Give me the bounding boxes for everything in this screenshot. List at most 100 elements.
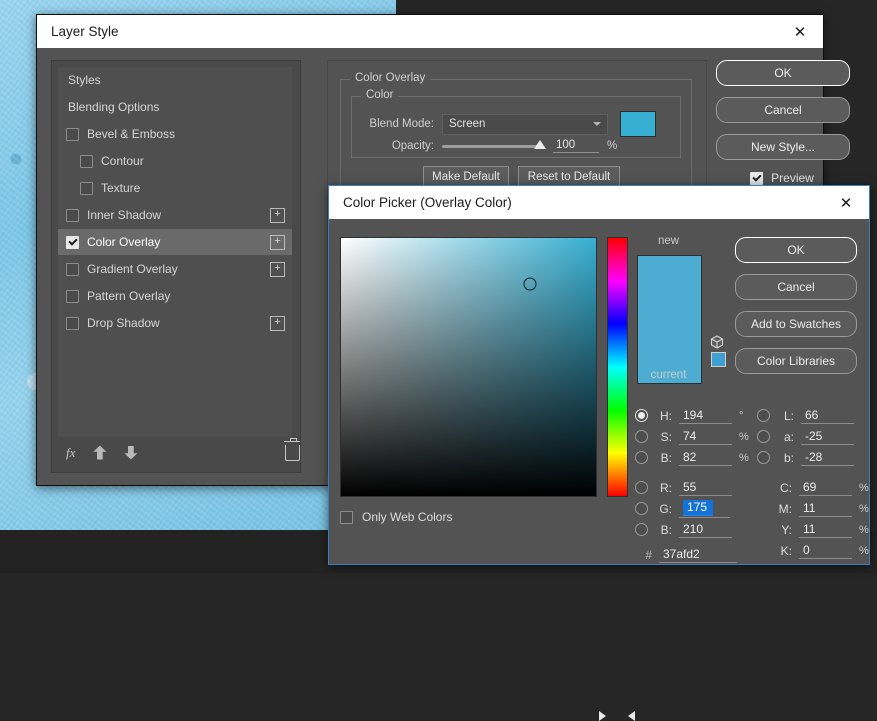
color-value-input[interactable]: 175 bbox=[683, 499, 713, 516]
hue-slider-left-arrow[interactable] bbox=[599, 711, 606, 721]
color-mode-radio-h[interactable] bbox=[635, 409, 648, 422]
add-to-swatches-button[interactable]: Add to Swatches bbox=[735, 311, 857, 337]
opacity-unit: % bbox=[607, 140, 618, 152]
color-mode-radio-a[interactable] bbox=[757, 430, 770, 443]
preview-checkbox[interactable] bbox=[750, 171, 764, 185]
hsb-rgb-column: H: 194 ° S: 74% B: 82% R: 55 G: 175 B: 210 #37afd2 bbox=[635, 405, 749, 566]
add-effect-instance-icon[interactable]: + bbox=[270, 208, 285, 223]
style-list-item-blending-options[interactable]: Blending Options bbox=[58, 94, 292, 121]
opacity-slider-thumb[interactable] bbox=[534, 139, 546, 149]
saturation-value-field[interactable] bbox=[340, 237, 597, 497]
move-layer-up-icon[interactable] bbox=[93, 445, 107, 460]
color-value-input[interactable]: 194 bbox=[679, 408, 732, 424]
fx-icon[interactable]: fx bbox=[66, 445, 75, 461]
hue-slider-right-arrow[interactable] bbox=[628, 711, 635, 721]
color-value-input[interactable]: 0 bbox=[799, 543, 852, 559]
only-web-colors-toggle[interactable]: Only Web Colors bbox=[340, 510, 452, 524]
styles-toolbar: fx bbox=[58, 438, 308, 466]
hex-input[interactable]: 37afd2 bbox=[659, 547, 737, 563]
hue-slider[interactable] bbox=[607, 237, 628, 497]
color-value-row-y: Y: 11% bbox=[757, 519, 869, 540]
color-value-input[interactable]: 66 bbox=[801, 408, 854, 424]
color-value-input[interactable]: 74 bbox=[679, 429, 732, 445]
layer-style-ok-button[interactable]: OK bbox=[716, 60, 850, 86]
color-mode-radio-s[interactable] bbox=[635, 430, 648, 443]
color-value-row-b: b: -28 bbox=[757, 447, 869, 468]
color-value-input[interactable]: 69 bbox=[799, 480, 852, 496]
style-list-item-pattern-overlay[interactable]: Pattern Overlay bbox=[58, 283, 292, 310]
color-value-input[interactable]: 11 bbox=[799, 522, 852, 538]
new-color-label: new bbox=[657, 235, 680, 247]
color-value-input[interactable]: 55 bbox=[679, 480, 732, 496]
color-value-unit: % bbox=[859, 544, 869, 557]
color-mode-radio-g[interactable] bbox=[635, 502, 648, 515]
opacity-slider[interactable] bbox=[442, 139, 546, 149]
style-list-item-label: Blending Options bbox=[68, 100, 160, 114]
current-color-label: current bbox=[650, 369, 687, 381]
color-value-input[interactable]: -28 bbox=[801, 450, 854, 466]
style-list-item-inner-shadow[interactable]: Inner Shadow + bbox=[58, 202, 292, 229]
style-list-item-color-overlay[interactable]: Color Overlay + bbox=[58, 229, 292, 256]
style-enable-checkbox[interactable] bbox=[66, 127, 79, 141]
only-web-colors-checkbox[interactable] bbox=[340, 510, 353, 524]
color-value-row-a: a: -25 bbox=[757, 426, 869, 447]
color-value-unit: ° bbox=[739, 409, 744, 422]
style-list-item-drop-shadow[interactable]: Drop Shadow + bbox=[58, 310, 292, 337]
color-mode-radio-b[interactable] bbox=[757, 451, 770, 464]
color-mode-radio-b[interactable] bbox=[635, 523, 648, 536]
color-value-label: Y: bbox=[781, 522, 792, 537]
color-overlay-group-legend: Color Overlay bbox=[350, 72, 431, 84]
style-list-item-label: Contour bbox=[101, 154, 144, 168]
color-value-label: G: bbox=[659, 501, 672, 516]
styles-list[interactable]: Styles Blending Options Bevel & Emboss Cont… bbox=[58, 67, 292, 437]
close-icon[interactable]: ✕ bbox=[787, 19, 813, 45]
blend-mode-label: Blend Mode: bbox=[369, 118, 434, 130]
style-enable-checkbox[interactable] bbox=[80, 154, 93, 168]
new-color-swatch bbox=[637, 255, 702, 321]
style-list-item-gradient-overlay[interactable]: Gradient Overlay + bbox=[58, 256, 292, 283]
hex-row: #37afd2 bbox=[635, 544, 749, 566]
color-value-row-b: B: 82% bbox=[635, 447, 749, 468]
style-enable-checkbox[interactable] bbox=[66, 262, 79, 276]
color-mode-radio-l[interactable] bbox=[757, 409, 770, 422]
layer-style-cancel-button[interactable]: Cancel bbox=[716, 97, 850, 123]
style-list-item-styles[interactable]: Styles bbox=[58, 67, 292, 94]
color-value-input[interactable]: 11 bbox=[799, 501, 852, 517]
color-value-input[interactable]: 210 bbox=[679, 522, 732, 538]
styles-panel: Styles Blending Options Bevel & Emboss Cont… bbox=[51, 60, 301, 473]
new-style-button[interactable]: New Style... bbox=[716, 134, 850, 160]
style-enable-checkbox[interactable] bbox=[66, 208, 79, 222]
color-value-unit: % bbox=[739, 430, 749, 443]
overlay-color-swatch[interactable] bbox=[620, 111, 656, 137]
trash-icon[interactable] bbox=[283, 438, 300, 461]
move-layer-down-icon[interactable] bbox=[124, 445, 138, 460]
style-enable-checkbox[interactable] bbox=[66, 316, 79, 330]
style-list-item-texture[interactable]: Texture bbox=[58, 175, 292, 202]
color-picker-ok-button[interactable]: OK bbox=[735, 237, 857, 263]
style-enable-checkbox[interactable] bbox=[66, 289, 79, 303]
color-value-input[interactable]: 82 bbox=[679, 450, 732, 466]
style-enable-checkbox[interactable] bbox=[80, 181, 93, 195]
preview-toggle[interactable]: Preview bbox=[716, 171, 848, 185]
add-effect-instance-icon[interactable]: + bbox=[270, 316, 285, 331]
add-effect-instance-icon[interactable]: + bbox=[270, 262, 285, 277]
style-list-item-bevel-emboss[interactable]: Bevel & Emboss bbox=[58, 121, 292, 148]
value-gradient bbox=[341, 238, 596, 496]
web-safe-color-swatch[interactable] bbox=[711, 352, 726, 367]
color-mode-radio-b[interactable] bbox=[635, 451, 648, 464]
color-field-marker[interactable] bbox=[523, 277, 537, 291]
opacity-input[interactable]: 100 bbox=[553, 139, 599, 153]
color-mode-radio-r[interactable] bbox=[635, 481, 648, 494]
color-picker-body: new current OK Cancel Add to Swatches Co… bbox=[329, 219, 869, 721]
color-picker-cancel-button[interactable]: Cancel bbox=[735, 274, 857, 300]
only-web-colors-label: Only Web Colors bbox=[362, 510, 453, 524]
layer-style-buttons: OK Cancel New Style... Preview bbox=[716, 60, 850, 185]
color-value-label: a: bbox=[783, 429, 794, 444]
add-effect-instance-icon[interactable]: + bbox=[270, 235, 285, 250]
blend-mode-select[interactable]: Screen bbox=[442, 113, 608, 135]
close-icon[interactable]: ✕ bbox=[833, 190, 859, 216]
style-enable-checkbox[interactable] bbox=[66, 235, 79, 249]
color-libraries-button[interactable]: Color Libraries bbox=[735, 348, 857, 374]
color-value-input[interactable]: -25 bbox=[801, 429, 854, 445]
style-list-item-contour[interactable]: Contour bbox=[58, 148, 292, 175]
